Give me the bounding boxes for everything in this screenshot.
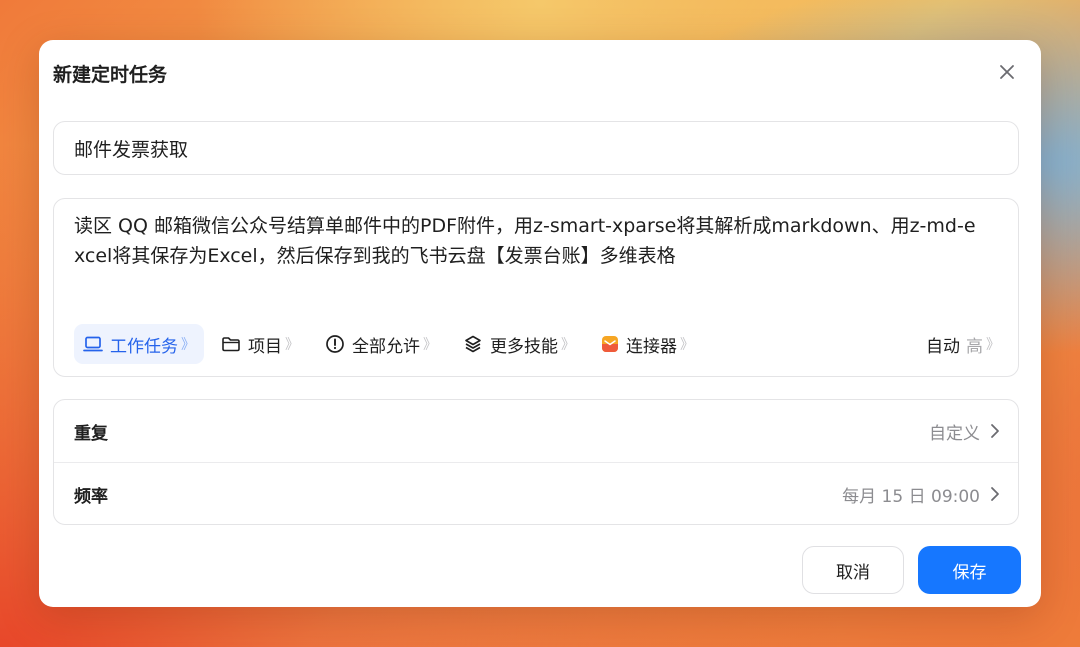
- work-task-button[interactable]: 工作任务 》: [74, 324, 204, 364]
- chevron-right-icon: [990, 486, 1000, 502]
- close-button[interactable]: [993, 58, 1021, 86]
- work-task-label: 工作任务: [110, 336, 178, 357]
- run-mode-selector[interactable]: 自动 高 》: [926, 332, 1000, 357]
- mail-app-icon: [602, 336, 618, 352]
- more-skills-label: 更多技能: [490, 336, 558, 357]
- work-task-chevron: 》: [181, 337, 195, 353]
- layers-icon: [465, 335, 481, 353]
- repeat-label: 重复: [74, 423, 108, 444]
- prompt-editor[interactable]: 读区 QQ 邮箱微信公众号结算单邮件中的PDF附件，用z-smart-xpars…: [53, 198, 1019, 377]
- project-button[interactable]: 项目 》: [212, 324, 308, 364]
- chevron-right-icon: [990, 423, 1000, 439]
- repeat-value: 自定义: [929, 423, 980, 444]
- permission-chevron: 》: [423, 337, 437, 353]
- new-scheduled-task-dialog: 新建定时任务 邮件发票获取 读区 QQ 邮箱微信公众号结算单邮件中的PDF附件，…: [39, 40, 1041, 607]
- dialog-title: 新建定时任务: [53, 64, 168, 86]
- run-mode-level: 高: [966, 336, 983, 357]
- cancel-button[interactable]: 取消: [802, 546, 904, 594]
- task-name-value: 邮件发票获取: [74, 138, 189, 161]
- alert-circle-icon: [326, 335, 344, 353]
- task-name-input[interactable]: 邮件发票获取: [53, 121, 1019, 175]
- repeat-row[interactable]: 重复 自定义: [54, 400, 1018, 463]
- close-icon: [1000, 65, 1014, 79]
- frequency-label: 频率: [74, 486, 108, 507]
- permission-button[interactable]: 全部允许 》: [316, 324, 446, 364]
- prompt-text[interactable]: 读区 QQ 邮箱微信公众号结算单邮件中的PDF附件，用z-smart-xpars…: [74, 211, 978, 271]
- laptop-icon: [83, 336, 103, 352]
- save-button[interactable]: 保存: [918, 546, 1021, 594]
- project-label: 项目: [248, 336, 282, 357]
- project-chevron: 》: [285, 337, 299, 353]
- run-mode-chevron: 》: [986, 337, 1000, 353]
- run-mode-label: 自动: [926, 336, 960, 357]
- prompt-toolbar: 工作任务 》 项目 》 全部允许 》 更多技能 》 连接器 》 自动 高 》: [74, 324, 1000, 364]
- permission-label: 全部允许: [352, 336, 420, 357]
- schedule-settings: 重复 自定义 频率 每月 15 日 09:00: [53, 399, 1019, 525]
- more-skills-button[interactable]: 更多技能 》: [454, 324, 584, 364]
- folder-icon: [222, 337, 240, 352]
- more-skills-chevron: 》: [561, 337, 575, 353]
- connector-button[interactable]: 连接器 》: [592, 324, 703, 364]
- frequency-value: 每月 15 日 09:00: [842, 486, 980, 507]
- connector-chevron: 》: [680, 337, 694, 353]
- connector-label: 连接器: [626, 336, 677, 357]
- frequency-row[interactable]: 频率 每月 15 日 09:00: [54, 463, 1018, 524]
